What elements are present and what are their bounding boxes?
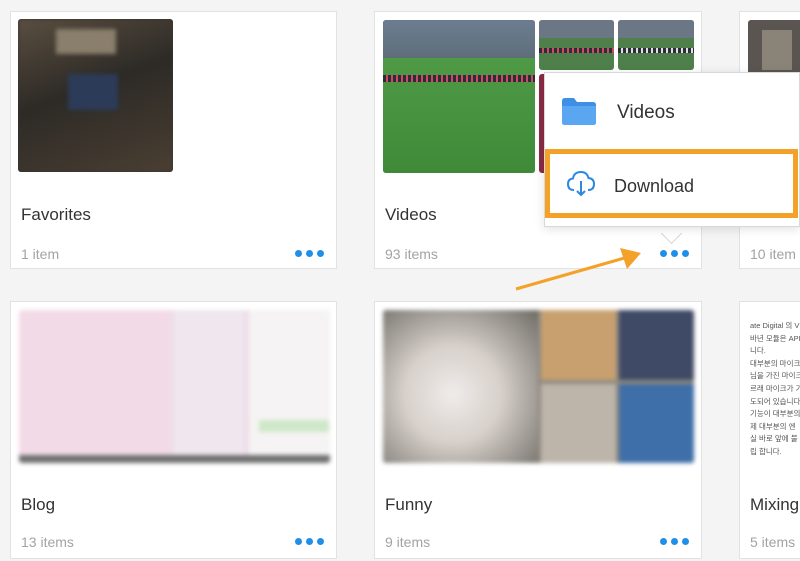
album-card-favorites[interactable]: Favorites 1 item (10, 11, 337, 269)
album-thumbnail: ate Digital 의 V 바년 모듈은 API E 니다. 대부분의 마이크를님… (748, 310, 800, 463)
doc-preview-line: 니다. (750, 346, 766, 356)
doc-preview-line: 대부분의 마이크를 (750, 358, 800, 368)
album-thumbnail (19, 310, 330, 463)
doc-preview-line: ate Digital 의 V (750, 321, 800, 330)
album-title: Videos (385, 205, 437, 224)
album-thumbnail (748, 20, 800, 80)
album-item-count: 10 item (750, 246, 796, 262)
menu-item-videos-folder[interactable]: Videos (545, 95, 799, 131)
album-thumbnail (383, 20, 535, 173)
album-thumbnail (539, 20, 614, 70)
album-title: Funny (385, 495, 433, 514)
folder-icon (561, 96, 597, 131)
album-card-mixing[interactable]: ate Digital 의 V 바년 모듈은 API E 니다. 대부분의 마이크를님… (739, 301, 800, 559)
cloud-download-icon (566, 170, 596, 203)
doc-preview-line: 도되어 있습니다 (750, 396, 800, 406)
annotation-arrow (515, 248, 641, 291)
album-item-count: 13 items (21, 534, 74, 550)
more-options-button[interactable] (660, 538, 689, 545)
album-item-count: 5 items (750, 534, 796, 550)
album-title: Blog (21, 495, 56, 514)
album-item-count: 93 items (385, 246, 438, 262)
doc-preview-line: 실 바로 앞에 불 (750, 434, 798, 444)
album-thumbnail (383, 310, 694, 463)
doc-preview-line: 바년 모듈은 API E (750, 333, 800, 343)
doc-preview-line: 립 합니다. (750, 446, 782, 456)
doc-preview-line: 르래 마이크가 기 (750, 383, 800, 393)
more-options-button[interactable] (295, 538, 324, 545)
album-title: Mixing (750, 495, 800, 514)
doc-preview-line: 기능이 대부분의 (750, 409, 800, 419)
album-options-popup: Videos Download (544, 72, 800, 227)
album-item-count: 9 items (385, 534, 431, 550)
album-thumbnail (18, 19, 173, 172)
menu-item-label: Videos (617, 102, 675, 123)
album-item-count: 1 item (21, 246, 60, 262)
album-thumbnail (618, 20, 694, 70)
album-card-blog[interactable]: Blog 13 items (10, 301, 337, 559)
more-options-button[interactable] (295, 250, 324, 257)
album-card-funny[interactable]: Funny 9 items (374, 301, 702, 559)
album-title: Favorites (21, 205, 91, 224)
more-options-button[interactable] (660, 250, 689, 257)
menu-item-label: Download (614, 175, 695, 196)
doc-preview-line: 님을 가진 마이크를 (750, 371, 800, 381)
menu-item-download[interactable]: Download (545, 170, 799, 202)
doc-preview-line: 제 대부분의 엔 (750, 421, 796, 431)
